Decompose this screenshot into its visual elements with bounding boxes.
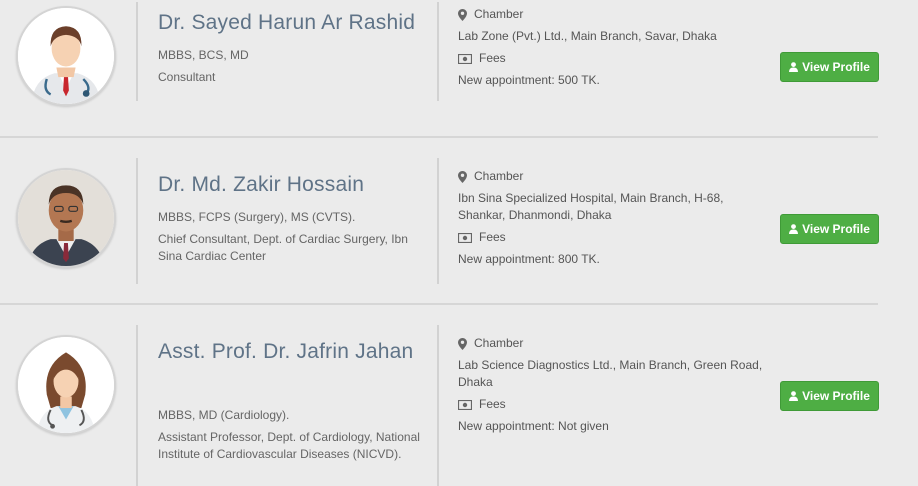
chamber-address: Ibn Sina Specialized Hospital, Main Bran… [458,191,724,222]
money-icon [458,53,472,64]
view-profile-button[interactable]: View Profile [780,381,879,411]
fee-amount: New appointment: Not given [458,419,609,433]
column-divider [437,2,439,101]
doctor-card: Dr. Sayed Harun Ar Rashid MBBS, BCS, MD … [0,0,880,138]
doctor-degree: MBBS, BCS, MD [158,48,249,62]
chamber-heading: Chamber [458,6,768,23]
map-marker-icon [458,170,467,183]
chamber-address: Lab Science Diagnostics Ltd., Main Branc… [458,358,763,389]
doctor-name[interactable]: Dr. Md. Zakir Hossain [158,169,428,200]
chamber-info: Chamber Lab Zone (Pvt.) Ltd., Main Branc… [458,6,768,89]
view-profile-button[interactable]: View Profile [780,214,879,244]
doctor-degree: MBBS, FCPS (Surgery), MS (CVTS). [158,210,356,224]
fee-amount: New appointment: 500 TK. [458,73,600,87]
fees-label: Fees [479,51,506,65]
column-divider [437,325,439,486]
money-icon [458,399,472,410]
female-doctor-icon [18,337,114,433]
fees-heading: Fees [458,50,768,67]
doctor-avatar[interactable] [16,335,116,435]
map-marker-icon [458,8,467,21]
chamber-heading: Chamber [458,168,768,185]
view-profile-button[interactable]: View Profile [780,52,879,82]
user-md-icon [789,62,799,72]
column-divider [437,158,439,284]
chamber-info: Chamber Lab Science Diagnostics Ltd., Ma… [458,335,768,435]
chamber-label: Chamber [474,169,524,183]
chamber-address: Lab Zone (Pvt.) Ltd., Main Branch, Savar… [458,29,717,43]
column-divider [136,2,138,101]
fees-label: Fees [479,230,506,244]
doctor-degree: MBBS, MD (Cardiology). [158,408,290,422]
doctor-name[interactable]: Asst. Prof. Dr. Jafrin Jahan [158,336,428,367]
doctor-card: Dr. Md. Zakir Hossain MBBS, FCPS (Surger… [0,138,880,304]
male-doctor-icon [18,8,114,104]
column-divider [136,158,138,284]
view-profile-label: View Profile [802,60,870,74]
fees-heading: Fees [458,229,768,246]
map-marker-icon [458,337,467,350]
chamber-label: Chamber [474,336,524,350]
fees-heading: Fees [458,396,768,413]
fee-amount: New appointment: 800 TK. [458,252,600,266]
doctor-avatar[interactable] [16,168,116,268]
chamber-label: Chamber [474,7,524,21]
chamber-heading: Chamber [458,335,768,352]
doctor-avatar[interactable] [16,6,116,106]
doctor-designation: Assistant Professor, Dept. of Cardiology… [158,430,420,461]
view-profile-label: View Profile [802,222,870,236]
fees-label: Fees [479,397,506,411]
chamber-info: Chamber Ibn Sina Specialized Hospital, M… [458,168,768,268]
doctor-designation: Chief Consultant, Dept. of Cardiac Surge… [158,232,408,263]
doctor-name[interactable]: Dr. Sayed Harun Ar Rashid [158,7,428,38]
doctor-photo-icon [18,170,114,266]
view-profile-label: View Profile [802,389,870,403]
doctor-designation: Consultant [158,70,216,84]
column-divider [136,325,138,486]
doctor-card: Asst. Prof. Dr. Jafrin Jahan MBBS, MD (C… [0,305,880,486]
user-md-icon [789,224,799,234]
money-icon [458,232,472,243]
user-md-icon [789,391,799,401]
